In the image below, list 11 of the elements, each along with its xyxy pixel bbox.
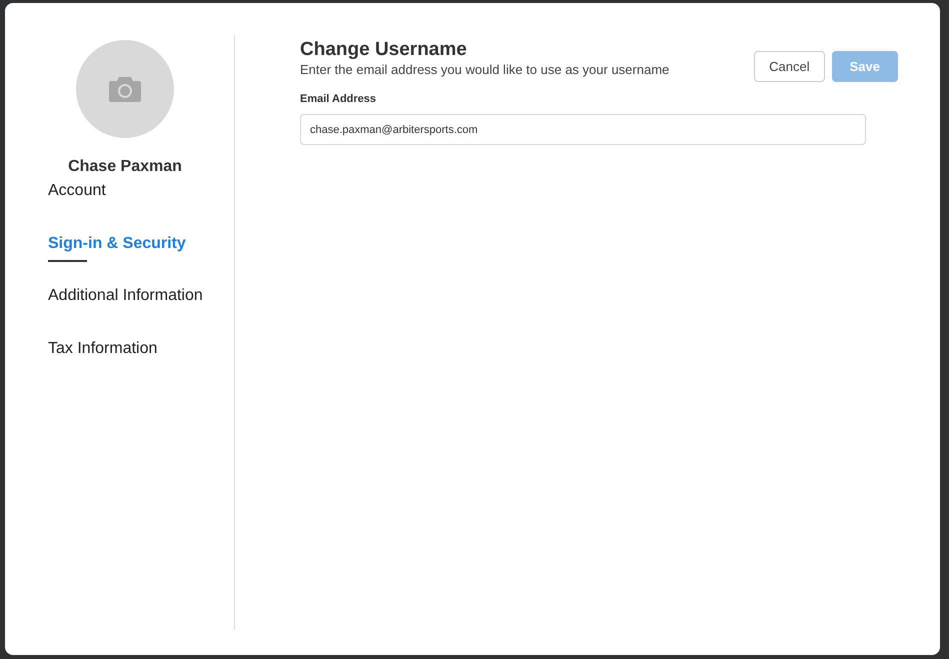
nav-tab[interactable]: Account [48,182,234,234]
cancel-button[interactable]: Cancel [754,51,825,82]
nav-tab[interactable]: Sign-in & Security [48,234,234,287]
dialog-title: Change Username [300,39,468,61]
user-name: Chase Paxman [67,158,183,176]
camera-icon [108,75,142,103]
dialog-subtitle: Enter the email address you would like to use as your username [300,62,670,77]
field-label: Email Address [300,93,378,105]
nav-tab[interactable]: Additional Information [48,287,234,340]
email-input-field[interactable]: chase.paxman@arbitersports.com [300,114,866,145]
nav-tab[interactable]: Tax Information [48,340,234,392]
